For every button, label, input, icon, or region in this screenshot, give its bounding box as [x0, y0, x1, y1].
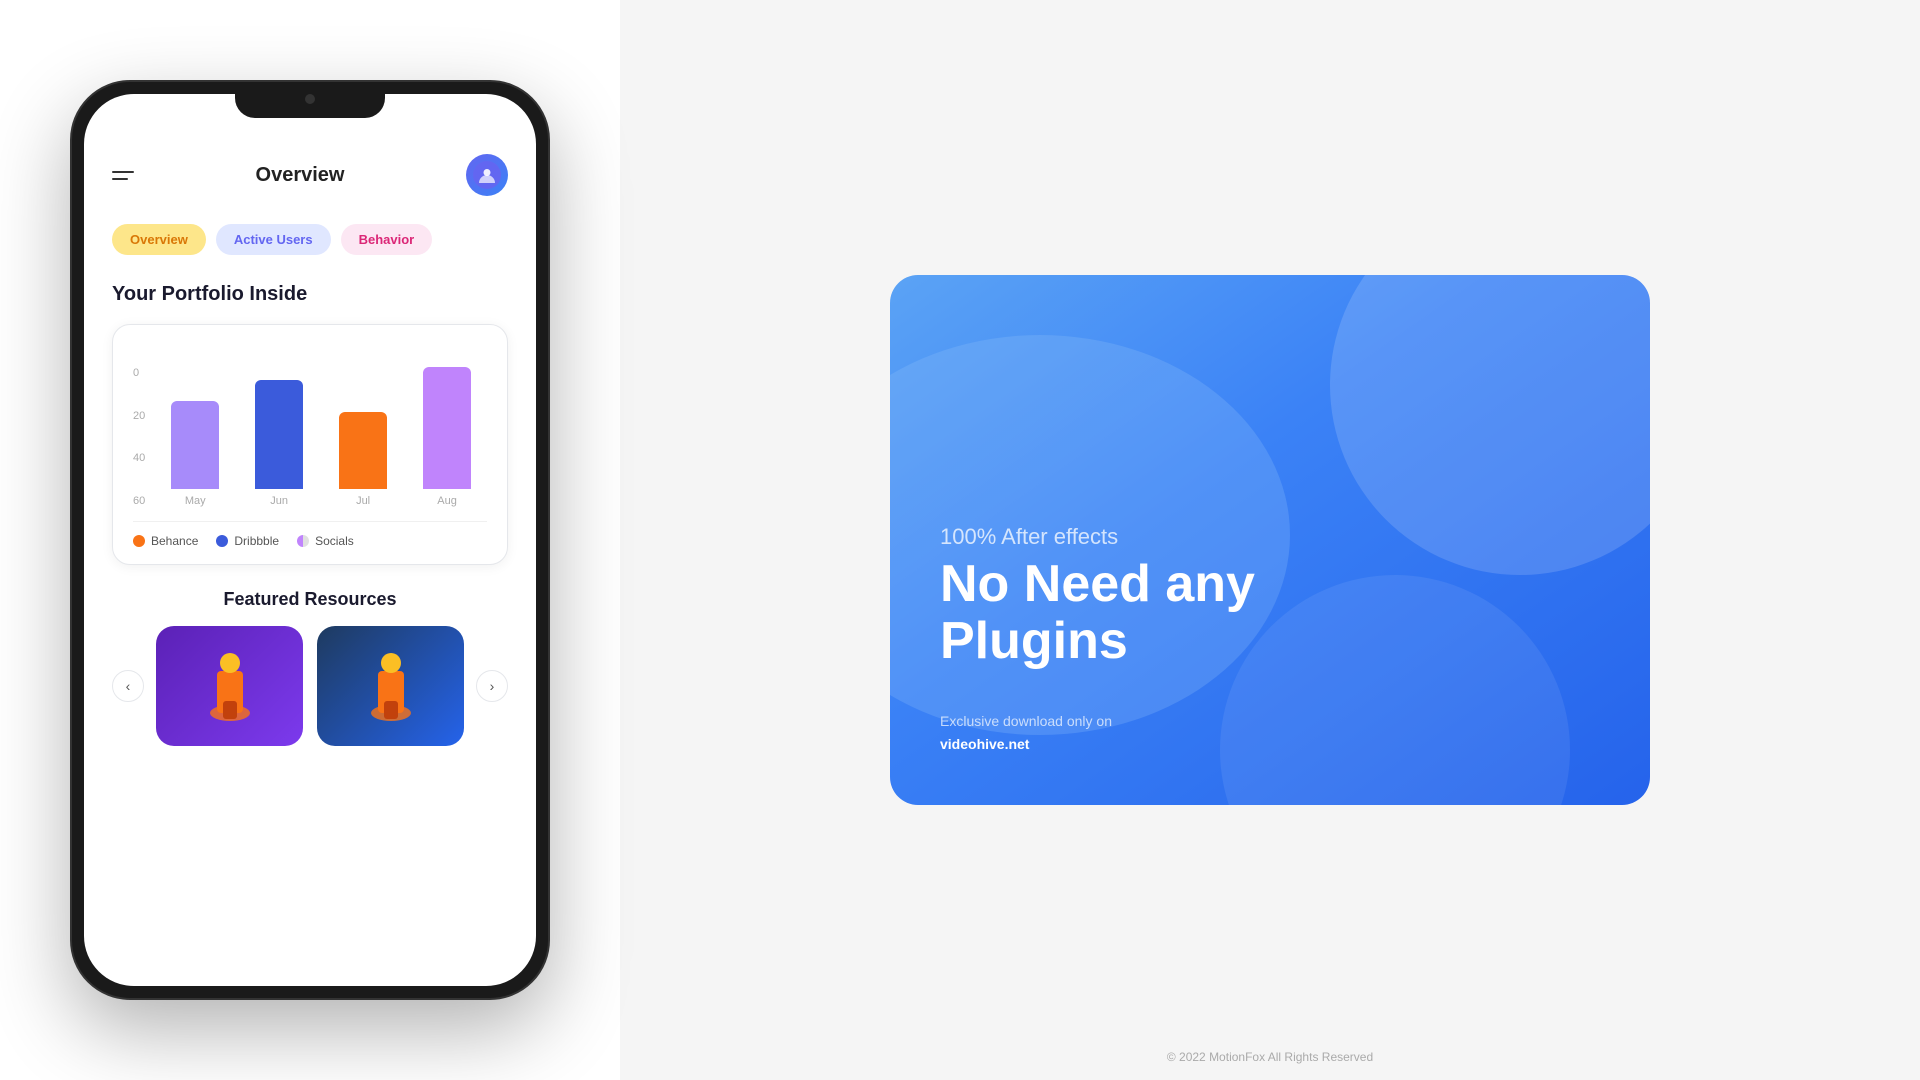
- next-arrow[interactable]: ›: [476, 670, 508, 702]
- resources-row: ‹: [112, 626, 508, 746]
- resource-card-2[interactable]: [317, 626, 464, 746]
- chart-container: 60 40 20 0 May Jun: [133, 347, 487, 507]
- chart-card: 60 40 20 0 May Jun: [112, 324, 508, 565]
- tab-active-users[interactable]: Active Users: [216, 224, 331, 255]
- card-content: 100% After effects No Need anyPlugins Ex…: [940, 524, 1600, 755]
- card-subtitle: 100% After effects: [940, 524, 1600, 550]
- card-footer-link: videohive.net: [940, 736, 1029, 752]
- bar-jul: [339, 412, 387, 489]
- bar-aug: [423, 367, 471, 489]
- phone-topbar: Overview: [112, 154, 508, 196]
- bar-label-aug: Aug: [437, 495, 457, 507]
- bar-group-aug: Aug: [407, 367, 487, 507]
- prev-arrow[interactable]: ‹: [112, 670, 144, 702]
- card-title: No Need anyPlugins: [940, 556, 1600, 670]
- legend-dot-socials: [297, 535, 309, 547]
- legend-dot-dribbble: [216, 535, 228, 547]
- bar-group-may: May: [155, 367, 235, 507]
- legend-behance: Behance: [133, 534, 198, 548]
- legend-dribbble: Dribbble: [216, 534, 279, 548]
- right-panel: 100% After effects No Need anyPlugins Ex…: [620, 0, 1920, 1080]
- bar-may: [171, 401, 219, 489]
- bar-label-jul: Jul: [356, 495, 370, 507]
- phone-area: Overview: [0, 0, 620, 1080]
- card-footer: Exclusive download only on videohive.net: [940, 710, 1600, 755]
- legend-label-behance: Behance: [151, 534, 198, 548]
- bar-label-jun: Jun: [270, 495, 288, 507]
- copyright: © 2022 MotionFox All Rights Reserved: [1167, 1050, 1373, 1064]
- featured-title: Featured Resources: [112, 589, 508, 610]
- tab-bar: Overview Active Users Behavior: [112, 224, 508, 255]
- legend-label-dribbble: Dribbble: [234, 534, 279, 548]
- bar-label-may: May: [185, 495, 206, 507]
- chart-y-labels: 60 40 20 0: [133, 367, 155, 507]
- bar-jun: [255, 380, 303, 489]
- card-footer-text: Exclusive download only on: [940, 713, 1112, 729]
- bar-group-jul: Jul: [323, 367, 403, 507]
- legend-label-socials: Socials: [315, 534, 354, 548]
- legend-socials: Socials: [297, 534, 354, 548]
- legend-dot-behance: [133, 535, 145, 547]
- phone-title: Overview: [256, 164, 345, 187]
- phone-content: Overview: [84, 94, 536, 986]
- resource-card-1[interactable]: [156, 626, 303, 746]
- tab-behavior[interactable]: Behavior: [341, 224, 433, 255]
- phone-screen: Overview: [84, 94, 536, 986]
- y-label-0: 0: [133, 367, 145, 379]
- blue-card: 100% After effects No Need anyPlugins Ex…: [890, 275, 1650, 805]
- y-label-60: 60: [133, 495, 145, 507]
- tab-overview[interactable]: Overview: [112, 224, 206, 255]
- chart-legend: Behance Dribbble Socials: [133, 521, 487, 548]
- resource-cards: [156, 626, 464, 746]
- chart-bars-area: May Jun Jul: [155, 367, 487, 507]
- avatar: [466, 154, 508, 196]
- y-label-20: 20: [133, 410, 145, 422]
- phone-frame: Overview: [70, 80, 550, 1000]
- hamburger-icon[interactable]: [112, 171, 134, 180]
- portfolio-title: Your Portfolio Inside: [112, 283, 508, 306]
- bar-group-jun: Jun: [239, 367, 319, 507]
- y-label-40: 40: [133, 452, 145, 464]
